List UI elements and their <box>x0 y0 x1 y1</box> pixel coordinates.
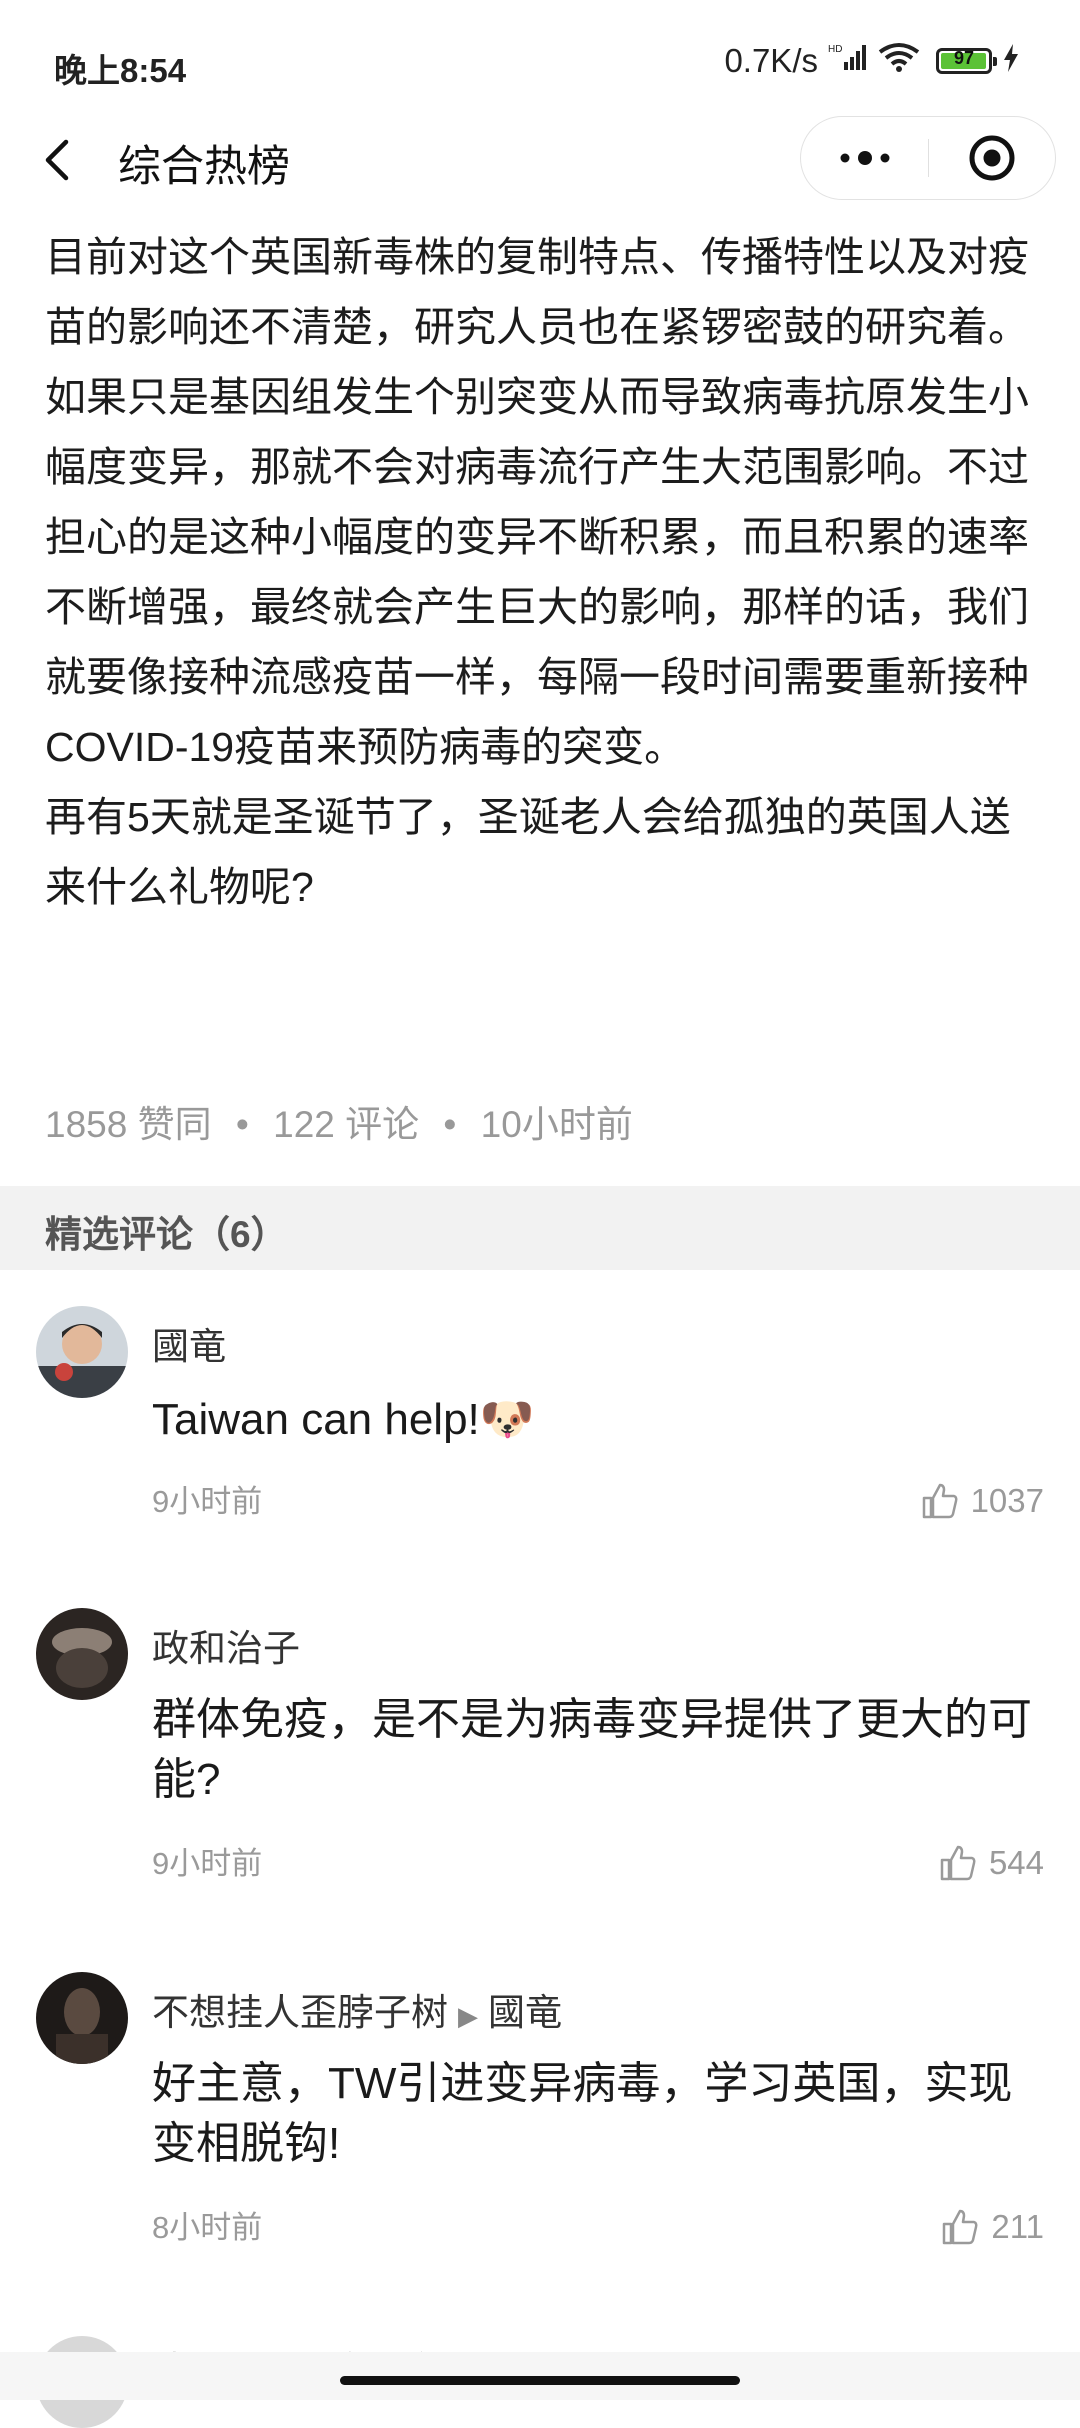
miniprogram-capsule <box>800 116 1056 200</box>
article-paragraph: 如果只是基因组发生个别突变从而导致病毒抗原发生小幅度变异，那就不会对病毒流行产生… <box>45 374 1029 770</box>
status-time: 晚上8:54 <box>54 52 187 89</box>
charging-icon <box>1002 42 1020 80</box>
status-indicators: 0.7K/s HD 97 <box>724 42 1020 80</box>
article-comment-count[interactable]: 122 评论 <box>273 1104 419 1145</box>
battery-level-text: 97 <box>953 48 975 68</box>
home-indicator[interactable] <box>340 2376 740 2385</box>
gesture-bar <box>0 2352 1080 2400</box>
like-count: 544 <box>988 1844 1044 1881</box>
like-count: 211 <box>991 2208 1044 2245</box>
signal-icon: HD <box>828 42 868 80</box>
comment-text: Taiwan can help!🐶 <box>152 1395 535 1444</box>
battery-icon: 97 <box>936 48 997 74</box>
more-dots-icon <box>840 150 889 165</box>
reply-arrow-icon: ▶ <box>458 2001 478 2031</box>
status-bar: 晚上8:54 0.7K/s HD 97 <box>0 0 1080 110</box>
meta-separator: • <box>443 1104 457 1145</box>
like-button[interactable]: 544 <box>939 1844 1044 1882</box>
article-time: 10小时前 <box>480 1104 633 1145</box>
thumbs-up-icon <box>922 1483 958 1519</box>
svg-text:HD: HD <box>828 44 842 55</box>
avatar[interactable] <box>36 1972 128 2064</box>
comment-text: 群体免疫，是不是为病毒变异提供了更大的可能? <box>152 1695 1032 1804</box>
like-count: 1037 <box>970 1482 1044 1519</box>
like-button[interactable]: 1037 <box>921 1482 1044 1520</box>
comment-username: 不想挂人歪脖子树 ▶ 國竜 <box>152 1982 562 2036</box>
section-title: 精选评论（6） <box>45 1214 288 1255</box>
network-speed: 0.7K/s <box>724 42 818 79</box>
nav-bar: 综合热榜 <box>0 110 1080 210</box>
thumbs-up-icon <box>940 1845 976 1881</box>
comment-username[interactable]: 政和治子 <box>152 1618 300 1672</box>
thumbs-up-icon <box>943 2209 978 2245</box>
comment-text: 好主意，TW引进变异病毒，学习英国，实现变相脱钩! <box>152 2059 1013 2168</box>
comment-username[interactable]: 國竜 <box>152 1316 226 1370</box>
article-paragraph: 再有5天就是圣诞节了，圣诞老人会给孤独的英国人送来什么礼物呢? <box>45 794 1011 910</box>
article-paragraph: 目前对这个英国新毒株的复制特点、传播特性以及对疫苗的影响还不清楚，研究人员也在紧… <box>45 234 1029 350</box>
comment-time: 9小时前 <box>152 1484 263 1519</box>
back-button[interactable] <box>36 132 86 188</box>
article-likes: 1858 赞同 <box>45 1104 212 1145</box>
more-button[interactable] <box>801 117 928 198</box>
comment-time: 8小时前 <box>152 2210 263 2245</box>
featured-comments-header: 精选评论（6） <box>0 1186 1080 1270</box>
wifi-icon <box>878 42 920 80</box>
avatar[interactable] <box>36 1306 128 1398</box>
target-close-icon <box>969 135 1015 180</box>
meta-separator: • <box>235 1104 249 1145</box>
page-title: 综合热榜 <box>118 143 290 191</box>
reply-target[interactable]: 國竜 <box>488 1992 562 2033</box>
close-miniprogram-button[interactable] <box>929 117 1055 198</box>
article-meta: 1858 赞同 • 122 评论 • 10小时前 <box>45 1094 633 1148</box>
article-body: 目前对这个英国新毒株的复制特点、传播特性以及对疫苗的影响还不清楚，研究人员也在紧… <box>45 222 1040 922</box>
avatar[interactable] <box>36 1608 128 1700</box>
back-arrow-icon <box>45 139 69 181</box>
reply-author[interactable]: 不想挂人歪脖子树 <box>152 1992 448 2033</box>
like-button[interactable]: 211 <box>941 2208 1044 2246</box>
comment-time: 9小时前 <box>152 1846 263 1881</box>
